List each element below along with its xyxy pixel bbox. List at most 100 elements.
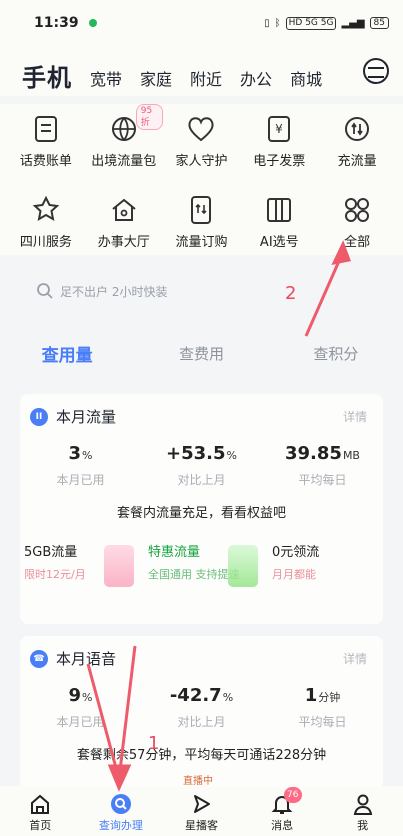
stat-daily-average: 39.85MB 平均每日 [262,443,383,488]
home-hall-icon [107,193,141,227]
service-label: 全部 [344,234,371,250]
nav-tab-broadband[interactable]: 宽带 [90,64,122,96]
service-e-invoice[interactable]: ¥ 电子发票 [240,104,318,175]
nav-tab-nearby[interactable]: 附近 [190,64,222,96]
live-tag[interactable]: 直播中 [183,772,213,787]
stat-label: 平均每日 [298,473,347,487]
card-title: 本月语音 [56,650,117,668]
search-icon [36,282,54,300]
tab-label: 消息 [271,819,294,832]
stat-unit: % [222,691,234,704]
service-sichuan[interactable]: 四川服务 [7,185,85,256]
voice-message: 套餐剩余57分钟，平均每天可通话228分钟 [76,748,327,763]
ai-number-icon [262,193,296,227]
stat-value: 9 [68,685,82,706]
card-title: 本月流量 [56,408,117,426]
stat-value: 3 [68,443,82,464]
nav-tab-family[interactable]: 家庭 [140,64,172,96]
stat-used: 9% 本月已用 [20,685,141,730]
promo-item[interactable]: 5GB流量 限时12元/月 [24,533,148,599]
stat-label: 对比上月 [177,473,226,487]
promo-bottle-image [228,545,258,587]
phone-order-icon [184,193,218,227]
stat-value: 39.85 [285,443,342,464]
detail-link[interactable]: 详情 [343,650,367,667]
bottom-tab-bar: 首页 查询办理 星播客 76 消息 我 [0,786,403,836]
stat-used: 3% 本月已用 [20,443,141,488]
tab-me[interactable]: 我 [322,786,403,836]
stat-unit: 分钟 [318,691,341,704]
nav-tab-mobile[interactable]: 手机 [22,60,72,96]
service-label: 家人守护 [175,154,228,169]
service-data-order[interactable]: 流量订购 [163,185,241,256]
customer-service-icon[interactable] [363,58,389,84]
service-label: 流量订购 [175,234,228,250]
stat-unit: % [82,691,93,704]
all-grid-icon [340,193,374,227]
query-icon [110,794,131,814]
service-label: 四川服务 [19,234,72,250]
stat-label: 对比上月 [177,715,226,729]
discount-badge: 95折 [135,104,163,130]
tab-messages[interactable]: 76 消息 [242,786,323,836]
recharge-icon [340,112,374,146]
stat-value: +53.5 [166,443,226,464]
svg-text:¥: ¥ [275,122,283,136]
stat-unit: MB [342,449,360,462]
tab-usage[interactable]: 查用量 [0,341,134,366]
nav-tab-office[interactable]: 办公 [240,64,272,96]
stat-unit: % [82,449,93,462]
service-family-guard[interactable]: 家人守护 [163,104,241,175]
status-notification-icon [88,19,97,27]
nav-tab-mall[interactable]: 商城 [290,64,322,96]
data-usage-card: 本月流量 详情 3% 本月已用 +53.5% 对比上月 39.85MB 平均每日… [20,394,383,624]
promo-subtitle: 月月都能 [272,568,316,581]
stat-compare: +53.5% 对比上月 [141,443,262,488]
service-label: 办事大厅 [97,234,150,250]
stat-label: 本月已用 [56,715,105,729]
query-tabs: 查用量 查费用 查积分 [0,331,403,375]
promo-item[interactable]: 特惠流量 全国通用 支持提速 [148,533,272,599]
usage-message: 套餐内流量充足，看看权益吧 [116,506,286,521]
service-label: 话费账单 [19,154,72,169]
phone-icon [30,649,48,668]
stat-unit: % [226,449,237,462]
search-input[interactable]: 足不出户 2小时快装 [20,272,383,310]
play-icon [194,795,211,813]
home-icon [31,794,50,814]
service-recharge-data[interactable]: 充流量 [318,104,396,175]
tab-query[interactable]: 查询办理 [81,786,162,836]
promo-title: 0元领流 [272,545,320,560]
tab-label: 我 [357,819,369,832]
network-indicator: HD 5G 5G [285,16,337,30]
service-bill[interactable]: 话费账单 [7,104,85,175]
tab-label: 查询办理 [98,819,143,832]
service-ai-number[interactable]: AI选号 [240,185,318,256]
service-hall[interactable]: 办事大厅 [85,185,163,256]
promo-row: 5GB流量 限时12元/月 特惠流量 全国通用 支持提速 0元领流 月月都能 [20,533,383,599]
message-count-badge: 76 [283,787,302,803]
stat-daily-average: 1分钟 平均每日 [262,685,383,730]
service-label: AI选号 [259,234,299,250]
tab-podcast[interactable]: 星播客 [161,786,242,836]
service-label: 出境流量包 [91,154,157,169]
data-usage-icon [30,407,48,426]
star-service-icon [29,193,63,227]
promo-bag-image [104,545,134,587]
detail-link[interactable]: 详情 [343,408,367,425]
vibration-icon: ▯ [264,17,270,29]
service-roaming-data[interactable]: 95折 出境流量包 [85,104,163,175]
status-time: 11:39 [34,15,79,31]
service-label: 充流量 [337,154,377,169]
signal-icon: ▂▄▆ [341,17,365,29]
battery-level: 85 [369,17,389,29]
top-nav: 手机 宽带 家庭 附近 办公 商城 [0,46,403,96]
promo-item[interactable]: 0元领流 月月都能 [272,533,383,599]
service-all[interactable]: 全部 [318,185,396,256]
voice-usage-card: 本月语音 详情 9% 本月已用 -42.7% 对比上月 1分钟 平均每日 套餐剩… [20,636,383,790]
stat-compare: -42.7% 对比上月 [141,685,262,730]
tab-home[interactable]: 首页 [0,786,81,836]
tab-label: 首页 [29,819,52,832]
tab-points[interactable]: 查积分 [269,343,403,364]
tab-fees[interactable]: 查费用 [134,343,268,364]
